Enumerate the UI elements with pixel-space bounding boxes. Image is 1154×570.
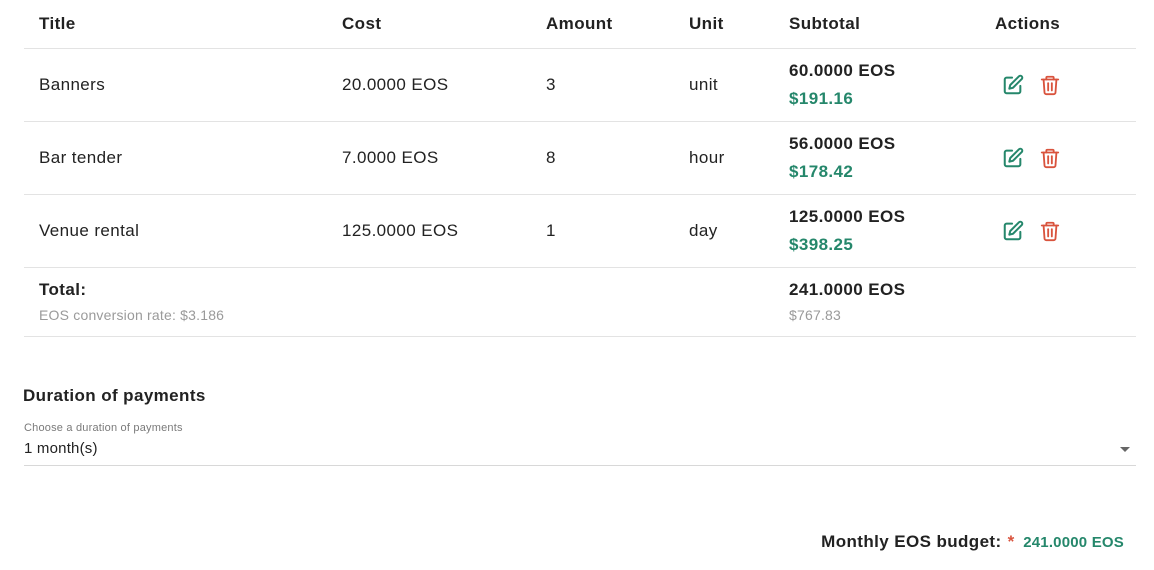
header-actions: Actions bbox=[995, 0, 1136, 49]
header-subtotal: Subtotal bbox=[789, 0, 995, 49]
row-actions bbox=[995, 121, 1136, 195]
row-subtotal-usd: $191.16 bbox=[789, 88, 854, 108]
row-unit: day bbox=[689, 194, 789, 268]
trash-icon[interactable] bbox=[1039, 220, 1061, 242]
header-cost: Cost bbox=[342, 0, 546, 49]
duration-title: Duration of payments bbox=[23, 386, 206, 405]
row-amount: 1 bbox=[546, 194, 689, 268]
row-subtotal: 56.0000 EOS $178.42 bbox=[789, 121, 995, 195]
row-title: Banners bbox=[24, 48, 342, 122]
table-row: Banners 20.0000 EOS 3 unit 60.0000 EOS $… bbox=[24, 48, 1136, 122]
row-unit: unit bbox=[689, 48, 789, 122]
row-cost: 125.0000 EOS bbox=[342, 194, 546, 268]
duration-select-label: Choose a duration of payments bbox=[24, 422, 183, 434]
conversion-rate: EOS conversion rate: $3.186 bbox=[39, 306, 225, 323]
monthly-budget-value: 241.0000 EOS bbox=[1023, 534, 1124, 551]
row-actions bbox=[995, 194, 1136, 268]
edit-icon[interactable] bbox=[1002, 147, 1024, 169]
row-subtotal-eos: 125.0000 EOS bbox=[789, 206, 906, 226]
row-subtotal: 125.0000 EOS $398.25 bbox=[789, 194, 995, 268]
row-unit: hour bbox=[689, 121, 789, 195]
budget-table: Title Cost Amount Unit Subtotal Actions … bbox=[24, 0, 1136, 337]
trash-icon[interactable] bbox=[1039, 74, 1061, 96]
total-usd: $767.83 bbox=[789, 306, 842, 323]
total-cell: Total: EOS conversion rate: $3.186 bbox=[24, 267, 789, 337]
table-header-row: Title Cost Amount Unit Subtotal Actions bbox=[24, 0, 1136, 49]
total-label: Total: bbox=[39, 279, 87, 299]
row-subtotal-eos: 60.0000 EOS bbox=[789, 60, 896, 80]
table-row: Bar tender 7.0000 EOS 8 hour 56.0000 EOS… bbox=[24, 121, 1136, 195]
monthly-budget-label: Monthly EOS budget: bbox=[821, 532, 1002, 551]
budget-page: Title Cost Amount Unit Subtotal Actions … bbox=[0, 0, 1154, 570]
header-unit: Unit bbox=[689, 0, 789, 49]
header-amount: Amount bbox=[546, 0, 689, 49]
row-title: Venue rental bbox=[24, 194, 342, 268]
total-row: Total: EOS conversion rate: $3.186 241.0… bbox=[24, 267, 1136, 337]
row-amount: 3 bbox=[546, 48, 689, 122]
caret-down-icon bbox=[1120, 447, 1130, 452]
row-cost: 20.0000 EOS bbox=[342, 48, 546, 122]
duration-select[interactable]: Choose a duration of payments 1 month(s) bbox=[24, 422, 1136, 466]
row-cost: 7.0000 EOS bbox=[342, 121, 546, 195]
row-subtotal: 60.0000 EOS $191.16 bbox=[789, 48, 995, 122]
total-amount-cell: 241.0000 EOS $767.83 bbox=[789, 267, 1136, 337]
row-subtotal-eos: 56.0000 EOS bbox=[789, 133, 896, 153]
row-subtotal-usd: $398.25 bbox=[789, 234, 854, 254]
header-title: Title bbox=[24, 0, 342, 49]
table-row: Venue rental 125.0000 EOS 1 day 125.0000… bbox=[24, 194, 1136, 268]
total-eos: 241.0000 EOS bbox=[789, 279, 906, 299]
required-mark: * bbox=[1007, 532, 1015, 551]
duration-select-value: 1 month(s) bbox=[24, 440, 98, 457]
row-subtotal-usd: $178.42 bbox=[789, 161, 854, 181]
row-title: Bar tender bbox=[24, 121, 342, 195]
edit-icon[interactable] bbox=[1002, 74, 1024, 96]
monthly-budget: Monthly EOS budget: * 241.0000 EOS bbox=[821, 532, 1124, 552]
trash-icon[interactable] bbox=[1039, 147, 1061, 169]
row-actions bbox=[995, 48, 1136, 122]
edit-icon[interactable] bbox=[1002, 220, 1024, 242]
row-amount: 8 bbox=[546, 121, 689, 195]
